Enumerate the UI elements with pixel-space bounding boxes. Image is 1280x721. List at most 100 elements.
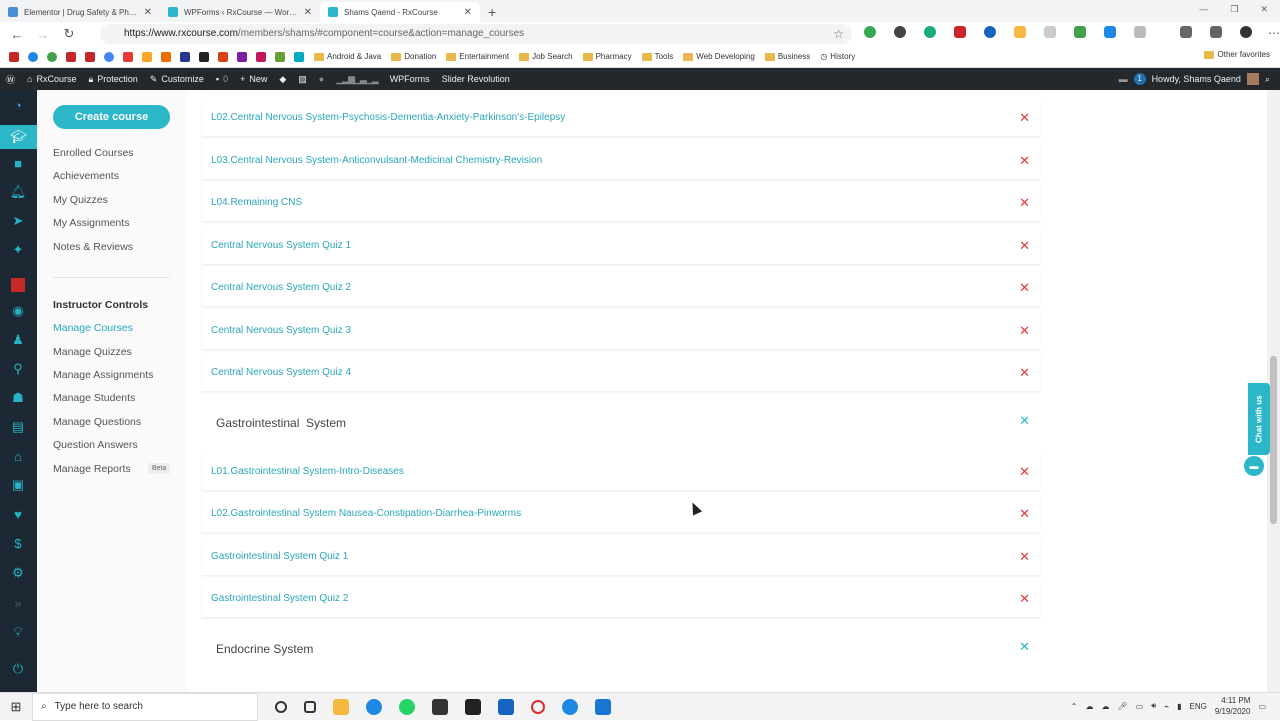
- extension-icon[interactable]: [984, 26, 996, 38]
- howdy-user[interactable]: Howdy, Shams Qaend: [1152, 74, 1241, 84]
- new-tab-icon[interactable]: +: [480, 2, 504, 22]
- opera-icon[interactable]: [531, 699, 545, 714]
- remove-icon[interactable]: ✕: [1019, 464, 1030, 480]
- browser-tab-3[interactable]: Shams Qaend - RxCourse ✕: [320, 2, 480, 22]
- curriculum-unit[interactable]: Central Nervous System Quiz 4 ✕: [202, 351, 1040, 392]
- remove-icon[interactable]: ✕: [1019, 110, 1030, 126]
- profile-avatar[interactable]: [1240, 26, 1252, 38]
- bookmark-icon[interactable]: [9, 51, 19, 62]
- bag-icon[interactable]: ▣: [9, 476, 27, 494]
- curriculum-unit[interactable]: L02.Central Nervous System-Psychosis-Dem…: [202, 96, 1040, 137]
- bookmark-icon[interactable]: [142, 51, 152, 62]
- store-icon[interactable]: [432, 698, 448, 715]
- bookmark-icon[interactable]: [275, 51, 285, 62]
- curriculum-unit[interactable]: L02.Gastrointestinal System Nausea-Const…: [202, 492, 1040, 533]
- nav-manage-students[interactable]: Manage Students: [53, 392, 135, 404]
- sparkle-icon[interactable]: ✦: [9, 241, 27, 259]
- chat-with-us-tab[interactable]: Chat with us: [1248, 383, 1270, 455]
- maximize-icon[interactable]: ❐: [1230, 4, 1238, 15]
- network-icon[interactable]: ⌁: [1164, 702, 1169, 711]
- bookmark-history[interactable]: ◷ History: [820, 52, 855, 61]
- onedrive-icon[interactable]: ☁: [1102, 702, 1110, 711]
- file-explorer-icon[interactable]: [333, 698, 349, 715]
- unit-title-link[interactable]: L02.Gastrointestinal System Nausea-Const…: [211, 508, 521, 519]
- settings-gear-icon[interactable]: ⚙: [9, 564, 27, 582]
- close-window-icon[interactable]: ✕: [1260, 4, 1268, 15]
- stats-sparkline-icon[interactable]: ▁▂▆▁▃▁▂: [330, 74, 383, 85]
- nav-my-assignments[interactable]: My Assignments: [53, 217, 129, 229]
- nav-my-quizzes[interactable]: My Quizzes: [53, 194, 108, 206]
- curriculum-unit[interactable]: Central Nervous System Quiz 1 ✕: [202, 224, 1040, 265]
- mic-icon[interactable]: 🎤︎: [1118, 702, 1128, 711]
- tab-close-icon[interactable]: ✕: [464, 7, 472, 18]
- forward-icon[interactable]: →: [30, 27, 56, 42]
- task-view-icon[interactable]: [304, 700, 316, 713]
- dollar-icon[interactable]: $: [9, 534, 27, 552]
- heart-icon[interactable]: ♥: [9, 505, 27, 523]
- user-avatar[interactable]: [1246, 73, 1259, 85]
- bookmark-icon[interactable]: [294, 51, 304, 62]
- wordpress-logo-icon[interactable]: Ⓦ: [0, 73, 21, 86]
- remove-icon[interactable]: ✕: [1019, 153, 1030, 169]
- courses-icon[interactable]: 🎓︎: [0, 125, 37, 149]
- unit-title-link[interactable]: Gastrointestinal System Quiz 1: [211, 551, 348, 562]
- bookmark-folder-pharmacy[interactable]: Pharmacy: [582, 52, 632, 61]
- protection-link[interactable]: 🔒︎ Protection: [82, 74, 143, 85]
- curriculum-unit[interactable]: Central Nervous System Quiz 3 ✕: [202, 309, 1040, 350]
- extension-icon[interactable]: [1074, 26, 1086, 38]
- bookmark-icon[interactable]: [47, 51, 57, 62]
- extension-icon[interactable]: [1014, 26, 1026, 38]
- remove-section-icon[interactable]: ✕: [1019, 413, 1030, 429]
- lightbulb-icon[interactable]: 💡︎: [9, 623, 27, 641]
- cloud-icon[interactable]: ☁: [1086, 702, 1094, 711]
- language-indicator[interactable]: ENG: [1190, 702, 1207, 711]
- group-icon[interactable]: ♟: [9, 331, 27, 349]
- windows-start-icon[interactable]: ⊞: [0, 699, 32, 715]
- battery-icon[interactable]: ▮: [1177, 702, 1181, 711]
- remove-icon[interactable]: ✕: [1019, 591, 1030, 607]
- unit-title-link[interactable]: Gastrointestinal System Quiz 2: [211, 593, 348, 604]
- tray-chevron-icon[interactable]: ⌃: [1071, 702, 1078, 711]
- nav-question-answers[interactable]: Question Answers: [53, 439, 138, 451]
- nav-manage-courses[interactable]: Manage Courses: [53, 322, 133, 334]
- reload-icon[interactable]: ↻: [56, 26, 82, 42]
- collections-icon[interactable]: [1210, 26, 1222, 38]
- bookmark-icon[interactable]: [104, 51, 114, 62]
- url-bar[interactable]: https://www.rxcourse.com/members/shams/#…: [100, 24, 852, 44]
- extension-icon[interactable]: [924, 26, 936, 38]
- diamond-icon[interactable]: ◆: [273, 74, 292, 85]
- inbox-icon[interactable]: ⌂: [9, 447, 27, 465]
- unit-title-link[interactable]: Central Nervous System Quiz 2: [211, 282, 351, 293]
- profile-icon[interactable]: ◉: [9, 302, 27, 320]
- bookmark-icon[interactable]: [85, 51, 95, 62]
- customize-link[interactable]: ✎ Customize: [144, 74, 210, 85]
- favorites-icon[interactable]: [1180, 26, 1192, 38]
- github-icon[interactable]: [894, 26, 906, 38]
- nav-enrolled-courses[interactable]: Enrolled Courses: [53, 147, 134, 159]
- bookmark-icon[interactable]: [199, 51, 209, 62]
- browser-tab-2[interactable]: WPForms ‹ RxCourse — WordPr ✕: [160, 2, 320, 22]
- chat-bubble-icon[interactable]: ▬: [1244, 456, 1264, 476]
- unit-title-link[interactable]: Central Nervous System Quiz 4: [211, 367, 351, 378]
- remove-icon[interactable]: ✕: [1019, 280, 1030, 296]
- dashboard-icon[interactable]: ◔: [9, 96, 27, 114]
- extension-icon[interactable]: [1134, 26, 1146, 38]
- bookmark-folder-business[interactable]: Business: [764, 52, 810, 61]
- scrollbar-thumb[interactable]: [1270, 356, 1277, 524]
- edge-icon[interactable]: [366, 698, 382, 715]
- curriculum-unit[interactable]: Gastrointestinal System Quiz 2 ✕: [202, 577, 1040, 618]
- curriculum-unit[interactable]: L03.Central Nervous System-Anticonvulsan…: [202, 139, 1040, 180]
- wpforms-link[interactable]: WPForms: [384, 74, 436, 84]
- site-name-link[interactable]: ⌂ RxCourse: [21, 74, 82, 84]
- mail-icon[interactable]: [498, 698, 514, 715]
- browser-icon[interactable]: [562, 698, 578, 715]
- user-search-icon[interactable]: ⚲: [9, 360, 27, 378]
- messages-icon[interactable]: ▬: [1119, 74, 1128, 84]
- forum-icon[interactable]: ▤: [9, 418, 27, 436]
- extension-icon[interactable]: [1104, 26, 1116, 38]
- taskbar-search-box[interactable]: ⌕ Type here to search: [32, 692, 258, 721]
- unit-title-link[interactable]: L02.Central Nervous System-Psychosis-Dem…: [211, 112, 565, 123]
- extension-icon[interactable]: [1044, 26, 1056, 38]
- unit-title-link[interactable]: L04.Remaining CNS: [211, 197, 302, 208]
- yoast-icon[interactable]: ▨: [292, 74, 313, 85]
